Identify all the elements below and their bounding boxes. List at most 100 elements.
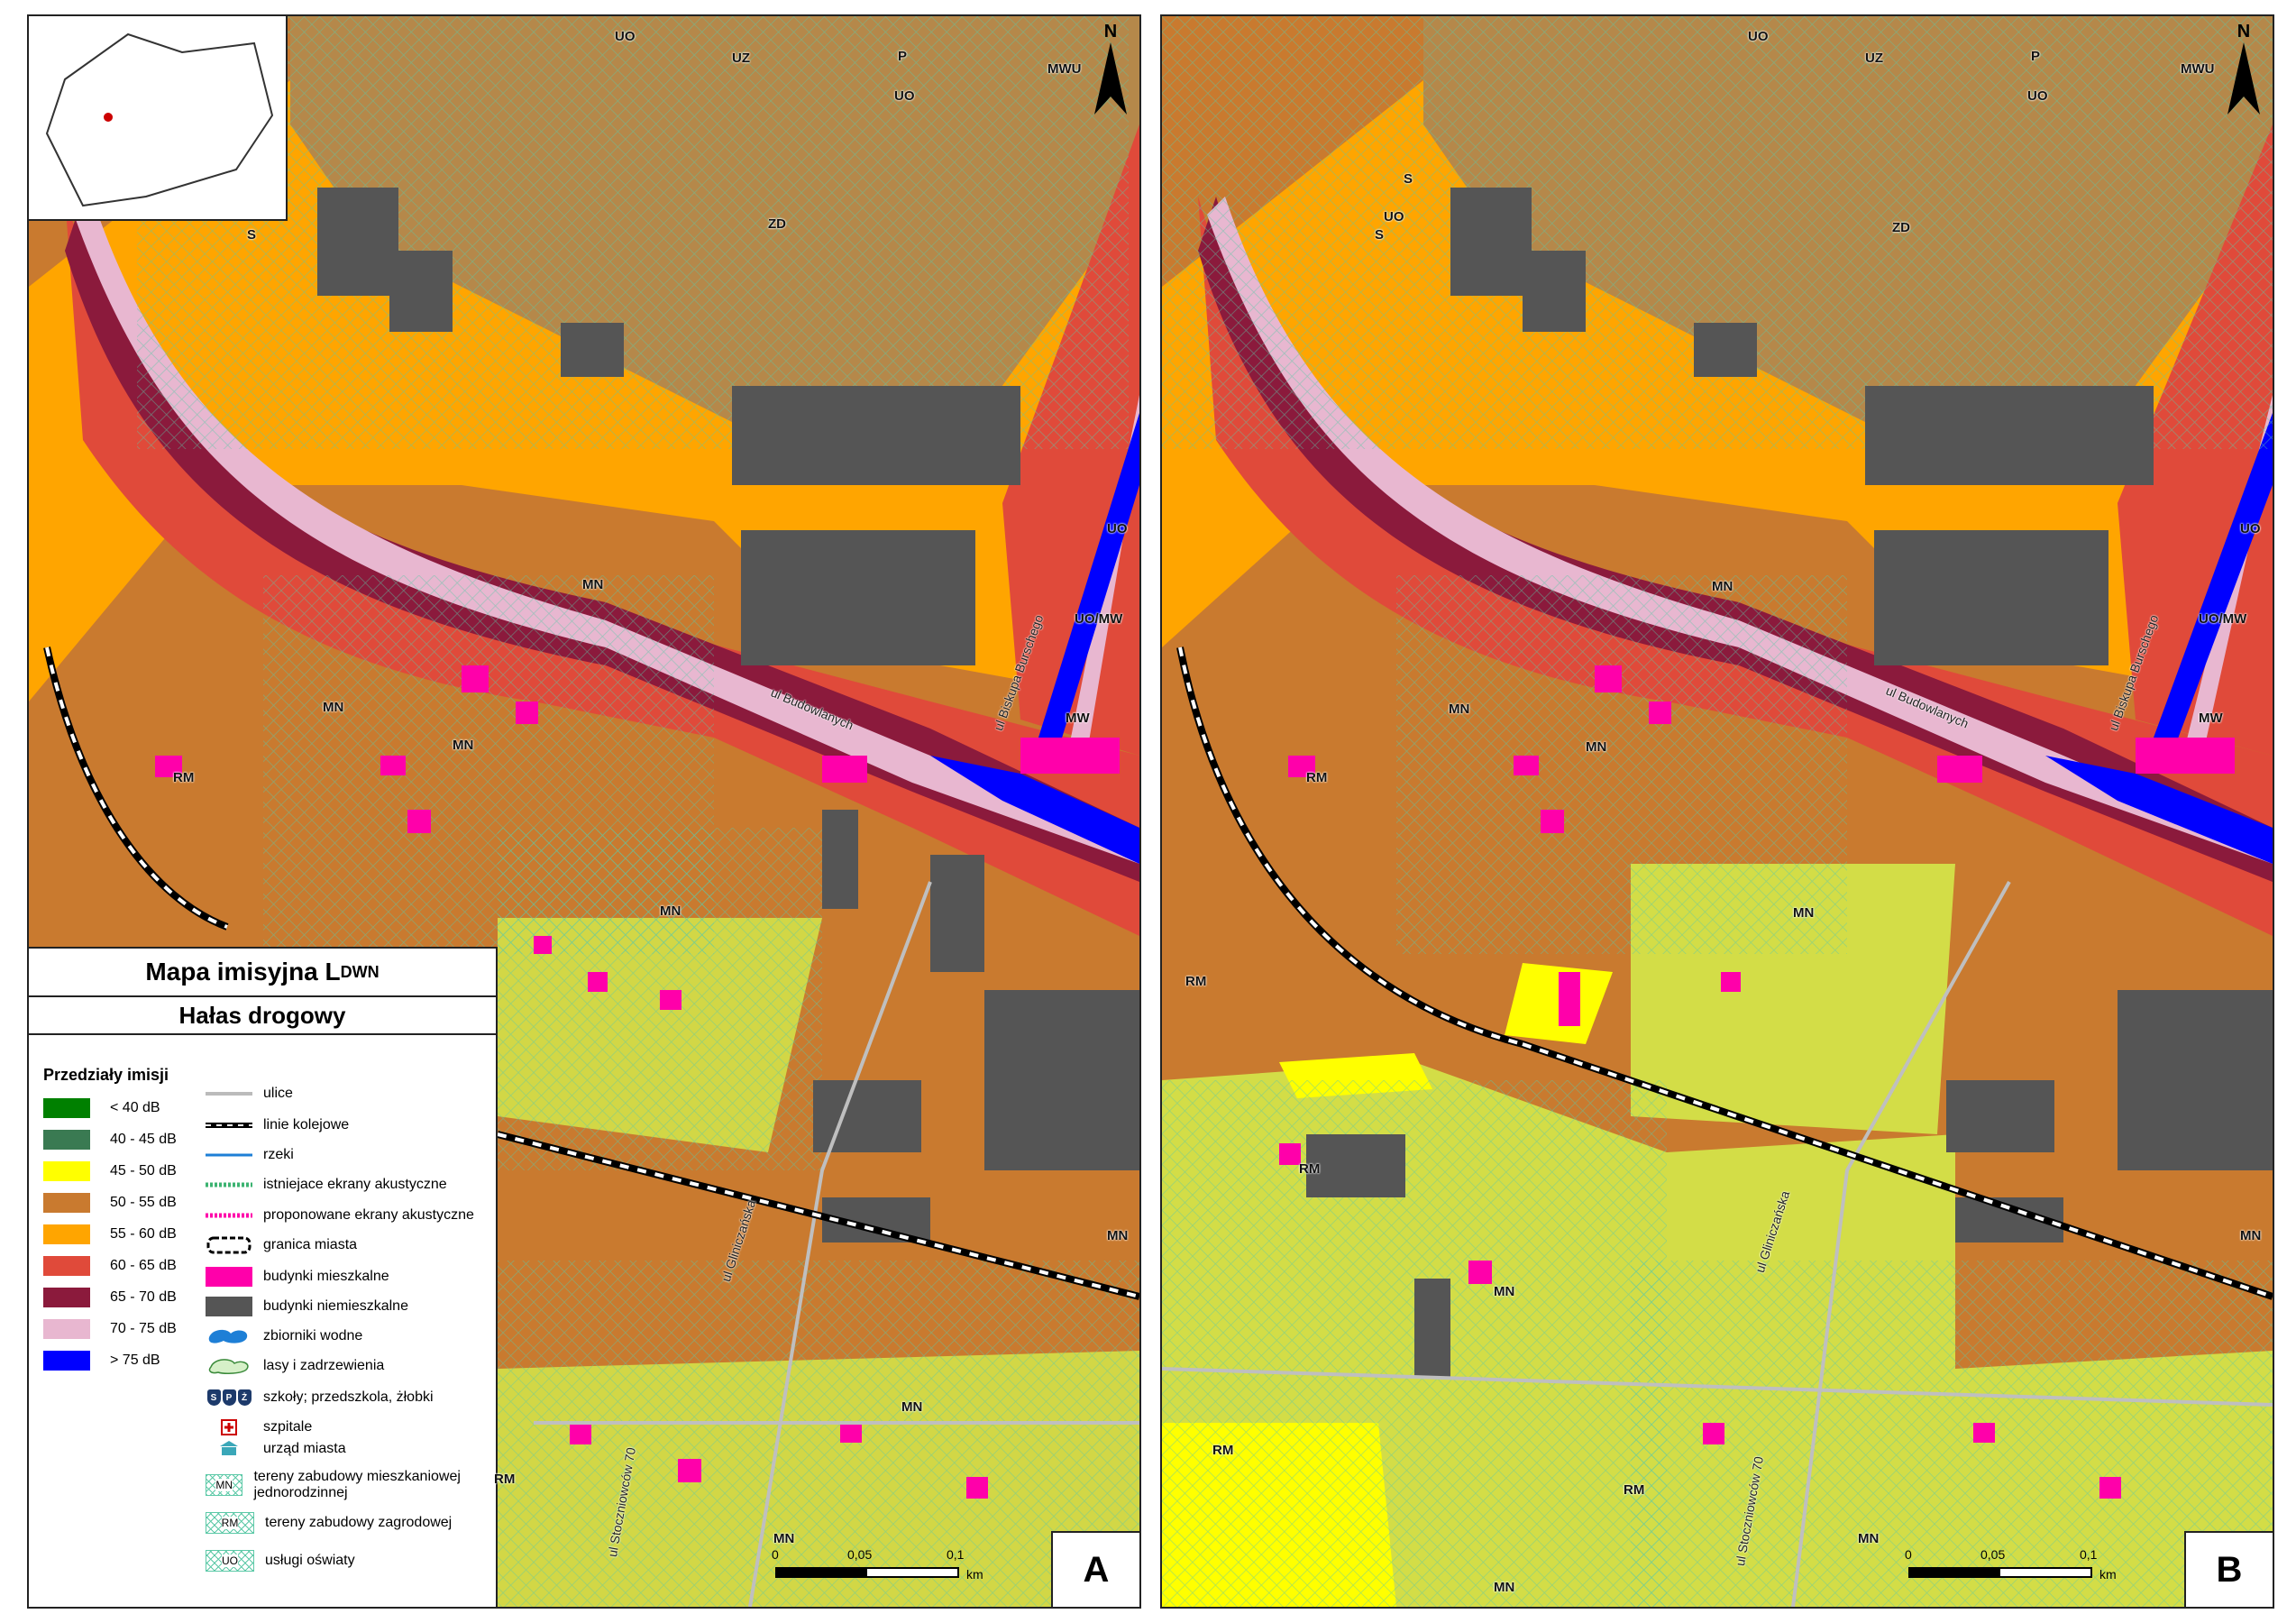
legend-symbol-row: budynki niemieszkalne <box>206 1297 485 1316</box>
legend-symbol-label: linie kolejowe <box>263 1117 350 1132</box>
zone-label-mn: MN <box>453 738 474 753</box>
legend-symbol-row: MN tereny zabudowy mieszkaniowej jednorod… <box>206 1469 485 1500</box>
legend-range-swatch <box>43 1256 90 1276</box>
legend-symbol-row: linie kolejowe <box>206 1115 485 1135</box>
zone-label-mn: MN <box>582 577 604 592</box>
zone-code: RM <box>221 1517 239 1529</box>
legend-symbol-label: tereny zabudowy zagrodowej <box>265 1515 453 1530</box>
zone-label-mn: MN <box>1793 905 1815 921</box>
city-outline-icon <box>45 32 274 207</box>
zone-label-mn: MN <box>1586 739 1607 755</box>
zone-label-mn: MN <box>1449 701 1470 717</box>
zone-label-uo: UO <box>2027 88 2048 104</box>
zone-label-rm: RM <box>1212 1443 1234 1458</box>
legend-range-row: 50 - 55 dB <box>43 1193 177 1213</box>
zone-label-zd: ZD <box>768 216 786 232</box>
legend-range-label: 50 - 55 dB <box>110 1195 177 1210</box>
legend-symbol-label: proponowane ekrany akustyczne <box>263 1207 474 1223</box>
school-icon: S <box>1375 227 1385 243</box>
zone-code: MN <box>215 1479 233 1491</box>
legend-range-row: 40 - 45 dB <box>43 1130 177 1150</box>
zone-label-uz: UZ <box>732 50 750 66</box>
north-arrow-shape <box>1094 42 1127 115</box>
map-legend: Mapa imisyjna L DWN Hałas drogowy Przedzi… <box>29 947 498 1607</box>
zone-label-mn: MN <box>2240 1228 2262 1243</box>
scale-tick-1: 0,05 <box>1980 1547 2006 1562</box>
zone-hatch-icon: UO <box>206 1550 254 1572</box>
zone-label-rm: RM <box>1306 770 1328 785</box>
locator-inset-map <box>29 16 288 221</box>
legend-range-row: 60 - 65 dB <box>43 1256 177 1276</box>
zone-label-uo-mw: UO/MW <box>2199 611 2247 627</box>
north-label: N <box>1103 22 1118 41</box>
legend-symbol-row: granica miasta <box>206 1235 485 1255</box>
zone-label-uo: UO <box>894 88 915 104</box>
legend-title-subscript: DWN <box>340 962 380 981</box>
legend-range-row: < 40 dB <box>43 1098 160 1118</box>
legend-symbol-label: granica miasta <box>263 1237 358 1252</box>
hospital-icon <box>206 1417 252 1437</box>
school-icon: S <box>247 227 257 243</box>
legend-symbol-row: S P Ższkoły; przedszkola, żłobki <box>206 1388 485 1408</box>
legend-symbol-label: istniejace ekrany akustyczne <box>263 1177 447 1192</box>
legend-range-swatch <box>43 1193 90 1213</box>
legend-symbol-label: budynki mieszkalne <box>263 1269 389 1284</box>
scale-tick-0: 0 <box>772 1547 779 1562</box>
legend-symbol-row: rzeki <box>206 1145 485 1165</box>
legend-symbol-label: urząd miasta <box>263 1441 346 1456</box>
city-hall-icon <box>206 1439 252 1459</box>
scale-bar: 0 0,05 0,1 km <box>1905 1547 2134 1583</box>
legend-symbol-row: UO usługi oświaty <box>206 1550 485 1572</box>
scale-tick-2: 0,1 <box>947 1547 965 1562</box>
north-arrow-icon: N <box>2224 22 2264 121</box>
forest-icon <box>206 1356 252 1376</box>
map-panel-a: Mapa imisyjna L DWN Hałas drogowy Przedzi… <box>27 14 1141 1609</box>
legend-symbol-row: szpitale <box>206 1417 485 1437</box>
legend-range-label: 60 - 65 dB <box>110 1258 177 1273</box>
proposed-screen-icon <box>206 1206 252 1225</box>
zone-label-mwu: MWU <box>1047 61 1082 77</box>
legend-symbol-row: ulice <box>206 1084 485 1104</box>
railway-line-icon <box>206 1115 252 1135</box>
school-icon: S <box>1404 171 1413 187</box>
legend-symbol-label: usługi oświaty <box>265 1553 355 1568</box>
legend-range-swatch <box>43 1130 90 1150</box>
legend-range-label: > 75 dB <box>110 1352 160 1368</box>
zone-label-rm: RM <box>173 770 195 785</box>
legend-symbol-label: szpitale <box>263 1419 313 1435</box>
river-line-icon <box>206 1145 252 1165</box>
legend-symbol-label: rzeki <box>263 1147 294 1162</box>
zone-label-rm: RM <box>1624 1482 1645 1498</box>
map-panel-b: UO UZ UO MWU ZD UO UO UO/MW MN MN MN RM … <box>1160 14 2274 1609</box>
legend-range-label: 70 - 75 dB <box>110 1321 177 1336</box>
legend-subtitle: Hałas drogowy <box>29 997 496 1035</box>
zone-label-mw: MW <box>2199 711 2223 726</box>
legend-symbol-label: budynki niemieszkalne <box>263 1298 408 1314</box>
zone-label-uo: UO <box>1107 521 1128 536</box>
legend-range-swatch <box>43 1224 90 1244</box>
non-residential-building-icon <box>206 1297 252 1316</box>
noise-map-b <box>1162 16 2273 1607</box>
scale-tick-0: 0 <box>1905 1547 1912 1562</box>
panel-letter-a: A <box>1051 1531 1139 1607</box>
zone-label-mn: MN <box>773 1531 795 1546</box>
legend-symbol-row: zbiorniki wodne <box>206 1326 485 1346</box>
zone-label-uo: UO <box>2240 521 2261 536</box>
zone-hatch-icon: MN <box>206 1474 243 1496</box>
existing-screen-icon <box>206 1175 252 1195</box>
legend-range-label: < 40 dB <box>110 1100 160 1115</box>
water-body-icon <box>206 1326 252 1346</box>
legend-title: Mapa imisyjna L DWN <box>29 949 496 997</box>
scale-tick-2: 0,1 <box>2080 1547 2098 1562</box>
legend-range-swatch <box>43 1288 90 1307</box>
legend-range-row: 65 - 70 dB <box>43 1288 177 1307</box>
scale-unit: km <box>966 1567 983 1582</box>
scale-bar: 0 0,05 0,1 km <box>772 1547 1001 1583</box>
parking-icon: P <box>2031 49 2041 64</box>
legend-range-row: 45 - 50 dB <box>43 1161 177 1181</box>
north-arrow-shape <box>2227 42 2260 115</box>
legend-symbol-row: lasy i zadrzewienia <box>206 1356 485 1376</box>
zone-label-rm: RM <box>494 1472 516 1487</box>
zone-label-uo: UO <box>615 29 636 44</box>
legend-range-swatch <box>43 1351 90 1371</box>
